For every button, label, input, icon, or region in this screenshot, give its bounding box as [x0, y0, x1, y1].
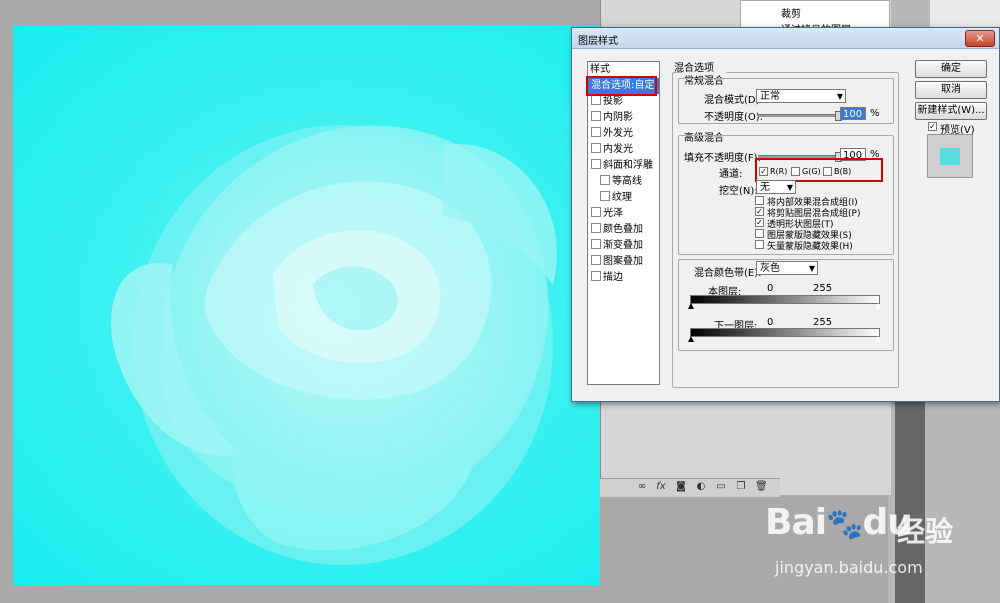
document-canvas[interactable] — [13, 25, 600, 585]
chevron-down-icon: ▼ — [786, 183, 793, 192]
style-item-label: 等高线 — [612, 176, 642, 187]
style-item-label: 内发光 — [603, 144, 633, 155]
style-item-checkbox[interactable] — [591, 223, 601, 233]
opacity-unit: % — [870, 108, 880, 119]
rose-image — [111, 125, 557, 565]
layers-panel-toolbar — [600, 478, 780, 497]
style-preview — [927, 134, 973, 178]
advanced-option-checkbox[interactable]: ✓ — [755, 207, 764, 216]
style-item-checkbox[interactable] — [591, 95, 601, 105]
layer-style-dialog: 图层样式 ✕ 样式 混合选项:自定 投影 内阴影 外发光 内发光 斜面和浮雕 等高线 纹理光… — [571, 27, 1000, 402]
style-item[interactable]: 外发光 — [588, 126, 659, 142]
advanced-option-label: 矢量蒙版隐藏效果(H) — [767, 242, 853, 252]
watermark-url: jingyan.baidu.com — [775, 558, 923, 577]
highlight-box — [586, 76, 657, 96]
advanced-option-checkbox[interactable] — [755, 229, 764, 238]
preview-color-swatch — [940, 148, 960, 165]
style-item-checkbox[interactable] — [600, 191, 610, 201]
style-item-checkbox[interactable] — [591, 159, 601, 169]
style-item[interactable]: 光泽 — [588, 206, 659, 222]
style-item[interactable]: 描边 — [588, 270, 659, 286]
style-item-checkbox[interactable] — [591, 255, 601, 265]
style-item-label: 光泽 — [603, 208, 623, 219]
this-layer-black-slider[interactable] — [688, 303, 694, 309]
close-icon[interactable]: ✕ — [965, 30, 995, 47]
dialog-titlebar[interactable]: 图层样式 ✕ — [572, 28, 999, 49]
style-item[interactable]: 内阴影 — [588, 110, 659, 126]
underlying-black-slider[interactable] — [688, 336, 694, 342]
style-item-label: 图案叠加 — [603, 256, 643, 267]
underlying-high: 255 — [813, 317, 833, 328]
this-layer-white-slider[interactable] — [875, 303, 881, 309]
adjustment-icon[interactable]: ◐ — [695, 481, 707, 493]
watermark-cn: 经验 — [897, 515, 954, 548]
new-style-button[interactable]: 新建样式(W)... — [915, 102, 987, 120]
knockout-value: 无 — [760, 182, 770, 193]
underlying-low: 0 — [767, 317, 774, 328]
advanced-option-checkbox[interactable] — [755, 196, 764, 205]
baidu-watermark: Bai🐾du 经验 jingyan.baidu.com — [765, 496, 995, 586]
link-icon[interactable]: ∞ — [636, 481, 648, 493]
dialog-title: 图层样式 — [578, 36, 618, 47]
fill-opacity-label: 填充不透明度(F): — [684, 153, 761, 164]
style-item-label: 渐变叠加 — [603, 240, 643, 251]
chevron-down-icon: ▼ — [836, 92, 843, 101]
underlying-gradient[interactable] — [690, 328, 880, 337]
this-layer-low: 0 — [767, 283, 774, 294]
cancel-button[interactable]: 取消 — [915, 81, 987, 99]
style-item[interactable]: 内发光 — [588, 142, 659, 158]
opacity-slider[interactable] — [758, 111, 842, 121]
mask-icon[interactable]: ◙ — [675, 481, 687, 493]
style-item-checkbox[interactable] — [591, 143, 601, 153]
blend-mode-select[interactable]: 正常 ▼ — [756, 89, 846, 103]
style-item-checkbox[interactable] — [600, 175, 610, 185]
style-item[interactable]: 颜色叠加 — [588, 222, 659, 238]
style-item-label: 外发光 — [603, 128, 633, 139]
knockout-label: 挖空(N): — [719, 186, 758, 197]
fx-icon[interactable]: fx — [655, 481, 667, 493]
style-item-checkbox[interactable] — [591, 271, 601, 281]
style-item[interactable]: 投影 — [588, 94, 659, 110]
trash-icon[interactable]: 🗑 — [755, 481, 768, 493]
style-item-label: 颜色叠加 — [603, 224, 643, 235]
style-item[interactable]: 纹理 — [588, 190, 659, 206]
style-item[interactable]: 渐变叠加 — [588, 238, 659, 254]
new-layer-icon[interactable]: ❐ — [735, 481, 747, 493]
this-layer-gradient[interactable] — [690, 295, 880, 304]
advanced-option-checkbox[interactable] — [755, 240, 764, 249]
style-item-label: 内阴影 — [603, 112, 633, 123]
style-item[interactable]: 图案叠加 — [588, 254, 659, 270]
blend-mode-value: 正常 — [760, 91, 780, 102]
this-layer-high: 255 — [813, 283, 833, 294]
style-item[interactable]: 等高线 — [588, 174, 659, 190]
style-item-checkbox[interactable] — [591, 207, 601, 217]
layer-item[interactable]: 裁剪 — [781, 5, 801, 20]
style-item[interactable]: 斜面和浮雕 — [588, 158, 659, 174]
knockout-select[interactable]: 无 ▼ — [756, 180, 796, 194]
opacity-label: 不透明度(O): — [704, 112, 764, 123]
chevron-down-icon: ▼ — [808, 264, 815, 273]
blend-if-value: 灰色 — [760, 263, 780, 274]
style-item-label: 投影 — [603, 96, 623, 107]
style-item-label: 斜面和浮雕 — [603, 160, 653, 171]
style-item-label: 描边 — [603, 272, 623, 283]
folder-icon[interactable]: ▭ — [715, 481, 727, 493]
blend-if-label: 混合颜色带(E): — [694, 268, 762, 279]
style-item-checkbox[interactable] — [591, 111, 601, 121]
highlight-box — [755, 158, 883, 182]
styles-list: 样式 混合选项:自定 投影 内阴影 外发光 内发光 斜面和浮雕 等高线 纹理 光泽 颜色叠加 渐变… — [587, 61, 660, 385]
channels-label: 通道: — [719, 169, 743, 180]
underlying-white-slider[interactable] — [875, 336, 881, 342]
advanced-option-checkbox[interactable]: ✓ — [755, 218, 764, 227]
ok-button[interactable]: 确定 — [915, 60, 987, 78]
blend-mode-label: 混合模式(D): — [704, 95, 763, 106]
style-item-checkbox[interactable] — [591, 239, 601, 249]
watermark-logo: Bai🐾du — [765, 502, 913, 543]
style-item-checkbox[interactable] — [591, 127, 601, 137]
style-item-label: 纹理 — [612, 192, 632, 203]
blend-if-select[interactable]: 灰色 ▼ — [756, 261, 818, 275]
preview-checkbox[interactable]: ✓ — [928, 122, 937, 131]
opacity-input[interactable]: 100 — [840, 107, 866, 120]
